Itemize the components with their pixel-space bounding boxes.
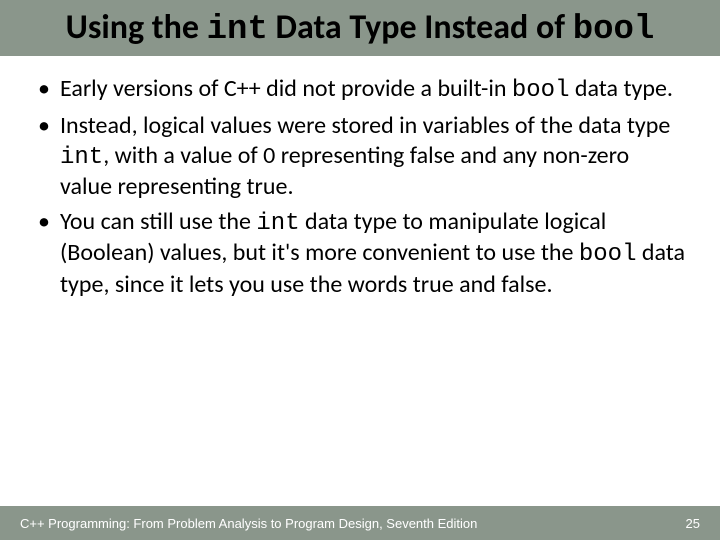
slide-footer: C++ Programming: From Problem Analysis t… <box>0 506 720 540</box>
slide: Using the int Data Type Instead of bool … <box>0 0 720 540</box>
slide-content: Early versions of C++ did not provide a … <box>0 56 720 540</box>
slide-title: Using the int Data Type Instead of bool <box>20 8 700 50</box>
bullet-code: int <box>256 210 299 237</box>
bullet-text: Early versions of C++ did not provide a … <box>60 74 512 103</box>
title-text-1: Using the <box>66 7 207 48</box>
footer-page-number: 25 <box>686 516 700 531</box>
bullet-text: Instead, logical values were stored in v… <box>60 111 670 140</box>
title-code-1: int <box>207 11 268 49</box>
bullet-text: data type. <box>569 74 673 103</box>
bullet-code: bool <box>512 77 570 104</box>
bullet-code: int <box>60 144 103 171</box>
list-item: You can still use the int data type to m… <box>34 207 686 299</box>
footer-book-title: C++ Programming: From Problem Analysis t… <box>20 516 477 531</box>
bullet-code: bool <box>579 241 637 268</box>
bullet-list: Early versions of C++ did not provide a … <box>34 74 686 299</box>
title-text-2: Data Type Instead of <box>268 7 573 48</box>
bullet-text: You can still use the <box>60 207 256 236</box>
title-code-2: bool <box>573 11 655 49</box>
list-item: Instead, logical values were stored in v… <box>34 111 686 201</box>
list-item: Early versions of C++ did not provide a … <box>34 74 686 105</box>
bullet-text: , with a value of 0 representing false a… <box>60 141 629 201</box>
title-band: Using the int Data Type Instead of bool <box>0 0 720 56</box>
